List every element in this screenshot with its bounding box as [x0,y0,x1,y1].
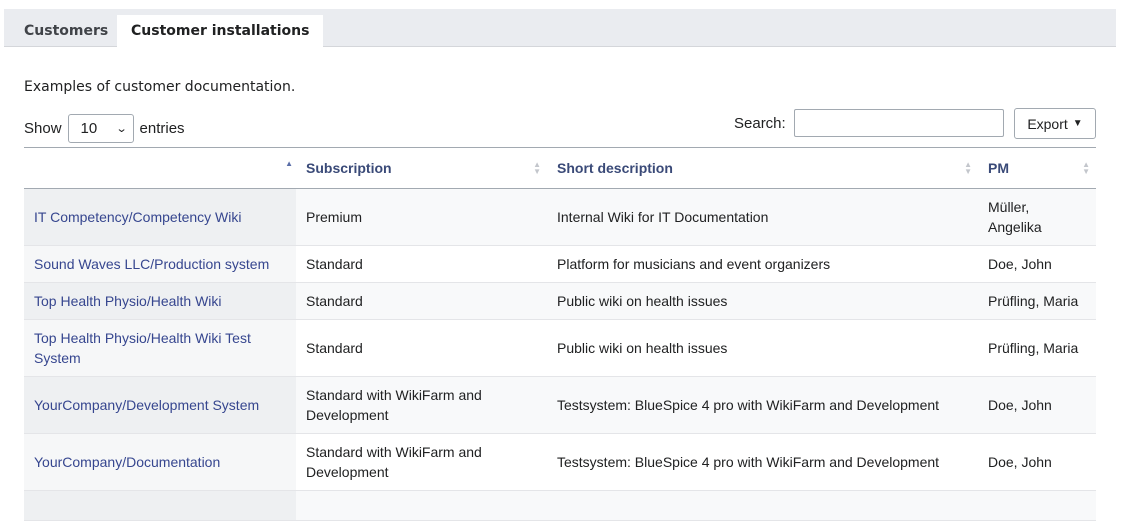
table-row: YourCompany/Development System Standard … [24,376,1096,434]
caret-down-icon: ▼ [1072,118,1083,129]
cell-subscription: Standard with WikiFarm and Development [296,376,547,434]
installation-link[interactable]: Sound Waves LLC/Production system [34,256,269,272]
cell-description: Testsystem: BlueSpice 4 pro with WikiFar… [547,376,978,434]
table-row: YourCompany/Documentation Standard with … [24,433,1096,491]
installation-link[interactable]: Top Health Physio/Health Wiki Test Syste… [34,330,251,366]
cell-subscription: Premium [296,188,547,246]
cell-name: Sound Waves LLC/Production system [24,245,296,283]
length-control: Show 10 ⌄ entries [24,114,185,143]
cell-subscription: Standard with WikiFarm and Development [296,433,547,491]
table-row: Top Health Physio/Health Wiki Standard P… [24,282,1096,320]
cell-subscription: Standard [296,282,547,320]
cell-pm: Müller, Angelika [978,188,1096,246]
cell-name: Top Health Physio/Health Wiki [24,282,296,320]
table-header-row: ▲ Subscription ▲ ▼ Short description ▲ ▼ P… [24,147,1096,189]
export-label: Export [1027,115,1068,132]
cell-description: Public wiki on health issues [547,319,978,377]
sort-icon: ▲ ▼ [1082,160,1090,176]
installation-link[interactable]: Top Health Physio/Health Wiki [34,293,222,309]
cell-pm: Doe, John [978,245,1096,283]
cell-pm: Doe, John [978,376,1096,434]
tab-bar: Customers Customer installations [4,9,1116,48]
entries-select[interactable]: 10 ⌄ [67,114,134,143]
intro-text: Examples of customer documentation. [24,79,296,95]
cell-name: IT Competency/Competency Wiki [24,188,296,246]
cell-name: Top Health Physio/Health Wiki Test Syste… [24,319,296,377]
search-label: Search: [734,115,786,132]
show-label: Show [24,120,62,137]
export-button[interactable]: Export ▼ [1014,108,1096,139]
column-header-short-description[interactable]: Short description ▲ ▼ [547,147,978,189]
tab-customers[interactable]: Customers [10,15,122,47]
table-row [24,490,1096,521]
cell-description: Platform for musicians and event organiz… [547,245,978,283]
column-header-name[interactable]: ▲ [24,147,296,189]
cell-subscription: Standard [296,245,547,283]
sort-icon: ▲ ▼ [533,160,541,176]
chevron-down-icon: ⌄ [115,123,128,135]
cell-pm: Prüfling, Maria [978,319,1096,377]
tab-customer-installations[interactable]: Customer installations [117,15,324,48]
installation-link[interactable]: YourCompany/Documentation [34,454,220,470]
cell-name: YourCompany/Development System [24,376,296,434]
cell-subscription: Standard [296,319,547,377]
installations-table: ▲ Subscription ▲ ▼ Short description ▲ ▼ P… [24,147,1096,521]
cell-description: Public wiki on health issues [547,282,978,320]
table-row: Top Health Physio/Health Wiki Test Syste… [24,319,1096,377]
table-row: IT Competency/Competency Wiki Premium In… [24,188,1096,246]
cell-description: Testsystem: BlueSpice 4 pro with WikiFar… [547,433,978,491]
entries-label: entries [139,120,185,137]
cell-name: YourCompany/Documentation [24,433,296,491]
cell-description: Internal Wiki for IT Documentation [547,188,978,246]
installation-link[interactable]: IT Competency/Competency Wiki [34,209,241,225]
column-header-pm[interactable]: PM ▲ ▼ [978,147,1096,189]
installation-link[interactable]: YourCompany/Development System [34,397,259,413]
cell-pm: Doe, John [978,433,1096,491]
table-row: Sound Waves LLC/Production system Standa… [24,245,1096,283]
sort-icon: ▲ ▼ [964,160,972,176]
search-input[interactable] [794,109,1004,137]
sort-ascending-icon: ▲ [285,159,293,168]
entries-value: 10 [80,120,98,137]
cell-pm: Prüfling, Maria [978,282,1096,320]
column-header-subscription[interactable]: Subscription ▲ ▼ [296,147,547,189]
